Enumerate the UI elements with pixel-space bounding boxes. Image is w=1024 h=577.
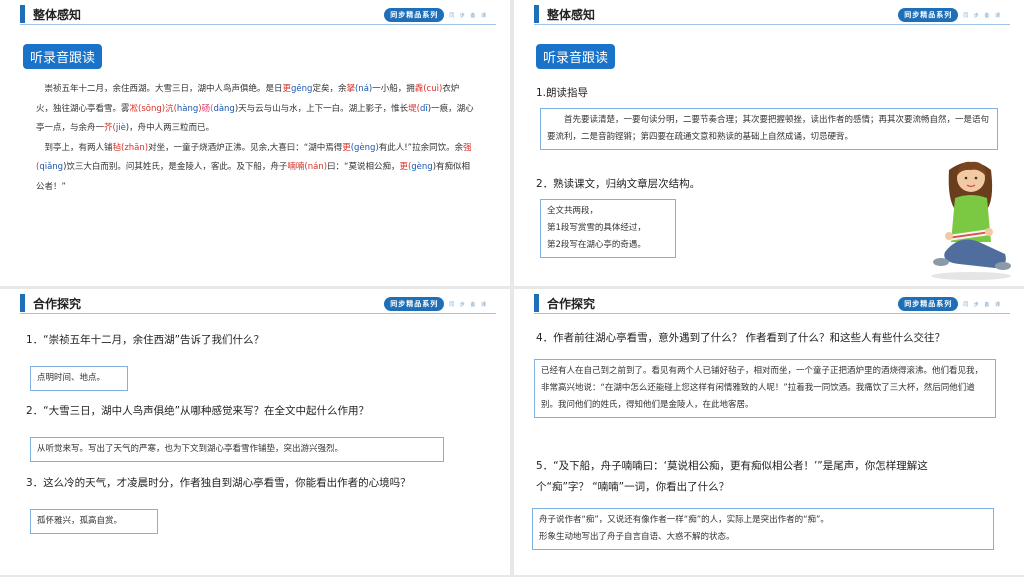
brand-tag: 同步精品系列 xyxy=(384,297,445,311)
question-heading: 3．这么冷的天气，才凌晨时分，作者独自到湖心亭看雪，你能看出作者的心境吗？ xyxy=(26,477,411,489)
brand-badge: 同步精品系列 同 步 备 课 xyxy=(384,8,488,22)
answer-line: 全文共两段， xyxy=(547,206,599,216)
brand-sub: 同 步 备 课 xyxy=(963,301,1002,308)
passage-highlight: 凇(sōng) xyxy=(129,103,166,114)
question-line: 个“痴”字？ “喃喃”一词，你看出了什么？ xyxy=(536,481,730,493)
passage-pinyin: (ná) xyxy=(354,84,373,94)
answer-line: 舟子说作者“痴”，又说还有像作者一样“痴”的人，实际上是突出作者的“痴”。 xyxy=(539,515,829,525)
passage-highlight: 拏 xyxy=(346,84,355,94)
listen-read-button[interactable]: 听录音跟读 xyxy=(23,44,103,69)
header-divider xyxy=(534,24,1010,25)
passage-text-segment: 一小船，拥 xyxy=(372,84,415,94)
listen-read-button[interactable]: 听录音跟读 xyxy=(536,44,616,69)
passage-text-segment: 与水，上下一白。湖上影子，惟长 xyxy=(280,103,409,114)
header-accent-bar xyxy=(534,5,539,23)
section-title: 合作探究 xyxy=(33,296,82,311)
brand-sub: 同 步 备 课 xyxy=(449,301,488,308)
passage-highlight: 芥( xyxy=(104,123,116,133)
answer-box: 从听觉来写。写出了天气的严寒，也为下文到湖心亭看雪作铺垫，突出游兴强烈。 xyxy=(30,437,444,462)
slide-panel-1[interactable]: 整体感知 同步精品系列 同 步 备 课 听录音跟读 崇祯五年十二月，余住西湖。大… xyxy=(0,0,510,286)
passage-pinyin: (gèng) xyxy=(350,142,379,153)
passage-highlight: 更( xyxy=(399,162,412,172)
passage-text-segment: 定矣，余 xyxy=(312,84,347,94)
passage-pinyin: qiǎng xyxy=(39,162,64,172)
header-accent-bar xyxy=(20,294,25,312)
brand-badge: 同步精品系列 同 步 备 课 xyxy=(384,297,488,311)
brand-tag: 同步精品系列 xyxy=(898,297,959,311)
section-title: 整体感知 xyxy=(547,7,596,22)
passage-pinyin: dàng xyxy=(213,103,235,114)
passage-text-segment: 中人两三粒而已。 xyxy=(146,123,215,133)
passage-text: 崇祯五年十二月，余住西湖。大雪三日，湖中人鸟声俱绝。是日更gēng定矣，余拏(n… xyxy=(36,80,476,197)
passage-pinyin: hàng xyxy=(176,103,199,114)
answer-box: 舟子说作者“痴”，又说还有像作者一样“痴”的人，实际上是突出作者的“痴”。 形象… xyxy=(532,508,994,550)
passage-highlight: 毳(cuì) xyxy=(414,84,443,94)
section-title: 整体感知 xyxy=(33,7,82,22)
passage-text-segment: 曰：“莫说相公痴， xyxy=(327,162,400,172)
passage-pinyin: jiè xyxy=(115,123,126,133)
question-heading: 1．“崇祯五年十二月，余住西湖”告诉了我们什么？ xyxy=(26,334,265,346)
brand-badge: 同步精品系列 同 步 备 课 xyxy=(898,8,1002,22)
question-heading: 2．熟读课文，归纳文章层次结构。 xyxy=(536,178,701,190)
question-heading: 4．作者前往湖心亭看雪，意外遇到了什么？ 作者看到了什么？和这些人有些什么交往？ xyxy=(536,332,946,344)
passage-text-segment: 有此人!”拉余同饮。余 xyxy=(378,142,464,153)
passage-pinyin: gēng xyxy=(291,84,313,94)
answer-box: 已经有人在自己到之前到了。看见有两个人已铺好毡子，相对而坐，一个童子正把酒炉里的… xyxy=(534,359,996,418)
passage-highlight: 沆( xyxy=(165,103,177,114)
brand-sub: 同 步 备 课 xyxy=(963,12,1002,19)
answer-line: 第2段写在湖心亭的奇遇。 xyxy=(547,240,646,250)
answer-line: 第1段写赏雪的具体经过， xyxy=(547,223,646,233)
passage-pinyin: dī xyxy=(420,103,428,114)
passage-text-segment: 对坐，一童子烧酒炉正沸。见余,大喜曰：“湖中焉得 xyxy=(148,142,343,153)
passage-highlight: 砀( xyxy=(201,103,214,114)
section-title: 合作探究 xyxy=(547,296,596,311)
brand-sub: 同 步 备 课 xyxy=(449,12,488,19)
answer-box: 首先要读清楚，一要句读分明，二要节奏合理；其次要把握顿挫，读出作者的感情；再其次… xyxy=(540,108,998,150)
brand-tag: 同步精品系列 xyxy=(898,8,959,22)
passage-text-segment: 及下船，舟子 xyxy=(236,162,288,172)
passage-highlight: 更 xyxy=(282,84,292,94)
passage-highlight: 喃喃(nán) xyxy=(287,162,328,172)
header-accent-bar xyxy=(20,5,25,23)
brand-badge: 同步精品系列 同 步 备 课 xyxy=(898,297,1002,311)
header-divider xyxy=(20,24,496,25)
passage-highlight: 更 xyxy=(342,142,351,153)
passage-highlight: 毡(zhān) xyxy=(112,142,149,153)
answer-box: 孤怀雅兴，孤高自赏。 xyxy=(30,509,158,534)
slide-panel-3[interactable]: 合作探究 同步精品系列 同 步 备 课 1．“崇祯五年十二月，余住西湖”告诉了我… xyxy=(0,289,510,575)
question-heading: 5．“及下船，舟子喃喃曰：‘莫说相公痴，更有痴似相公者！’”是尾声，你怎样理解这… xyxy=(536,456,928,498)
section-header: 合作探究 xyxy=(534,293,595,313)
header-divider xyxy=(534,313,1010,314)
slide-grid: 整体感知 同步精品系列 同 步 备 课 听录音跟读 崇祯五年十二月，余住西湖。大… xyxy=(0,0,1024,577)
passage-text-segment: 到亭上，有两人铺 xyxy=(44,142,113,153)
brand-tag: 同步精品系列 xyxy=(384,8,445,22)
question-heading: 1.朗读指导 xyxy=(536,87,589,99)
passage-text-segment: )天与云与山 xyxy=(234,103,281,114)
section-header: 整体感知 xyxy=(20,4,81,24)
passage-text-segment: )饮三大白而别。问其姓氏，是金陵人，客此。 xyxy=(63,162,237,172)
header-divider xyxy=(20,313,496,314)
answer-line: 形象生动地写出了舟子自言自语、大惑不解的状态。 xyxy=(539,532,735,542)
slide-panel-2[interactable]: 整体感知 同步精品系列 同 步 备 课 听录音跟读 1.朗读指导 首先要读清楚，… xyxy=(514,0,1024,286)
passage-text-segment: 崇祯五年十二月，余住西湖。大雪三日，湖中人鸟声俱绝。是日 xyxy=(44,84,283,94)
answer-box: 全文共两段， 第1段写赏雪的具体经过， 第2段写在湖心亭的奇遇。 xyxy=(540,199,676,258)
passage-pinyin: gèng xyxy=(411,162,433,172)
section-header: 整体感知 xyxy=(534,4,595,24)
girl-reading-illustration xyxy=(931,161,1011,280)
section-header: 合作探究 xyxy=(20,293,81,313)
answer-box: 点明时间、地点。 xyxy=(30,366,128,391)
question-heading: 2．“大雪三日，湖中人鸟声俱绝”从哪种感觉来写？在全文中起什么作用？ xyxy=(26,405,370,417)
passage-highlight: 堤( xyxy=(408,103,420,114)
slide-panel-4[interactable]: 合作探究 同步精品系列 同 步 备 课 4．作者前往湖心亭看雪，意外遇到了什么？… xyxy=(514,289,1024,575)
passage-text-segment: )，舟 xyxy=(125,123,147,133)
header-accent-bar xyxy=(534,294,539,312)
question-line: 5．“及下船，舟子喃喃曰：‘莫说相公痴，更有痴似相公者！’”是尾声，你怎样理解这 xyxy=(536,460,928,472)
